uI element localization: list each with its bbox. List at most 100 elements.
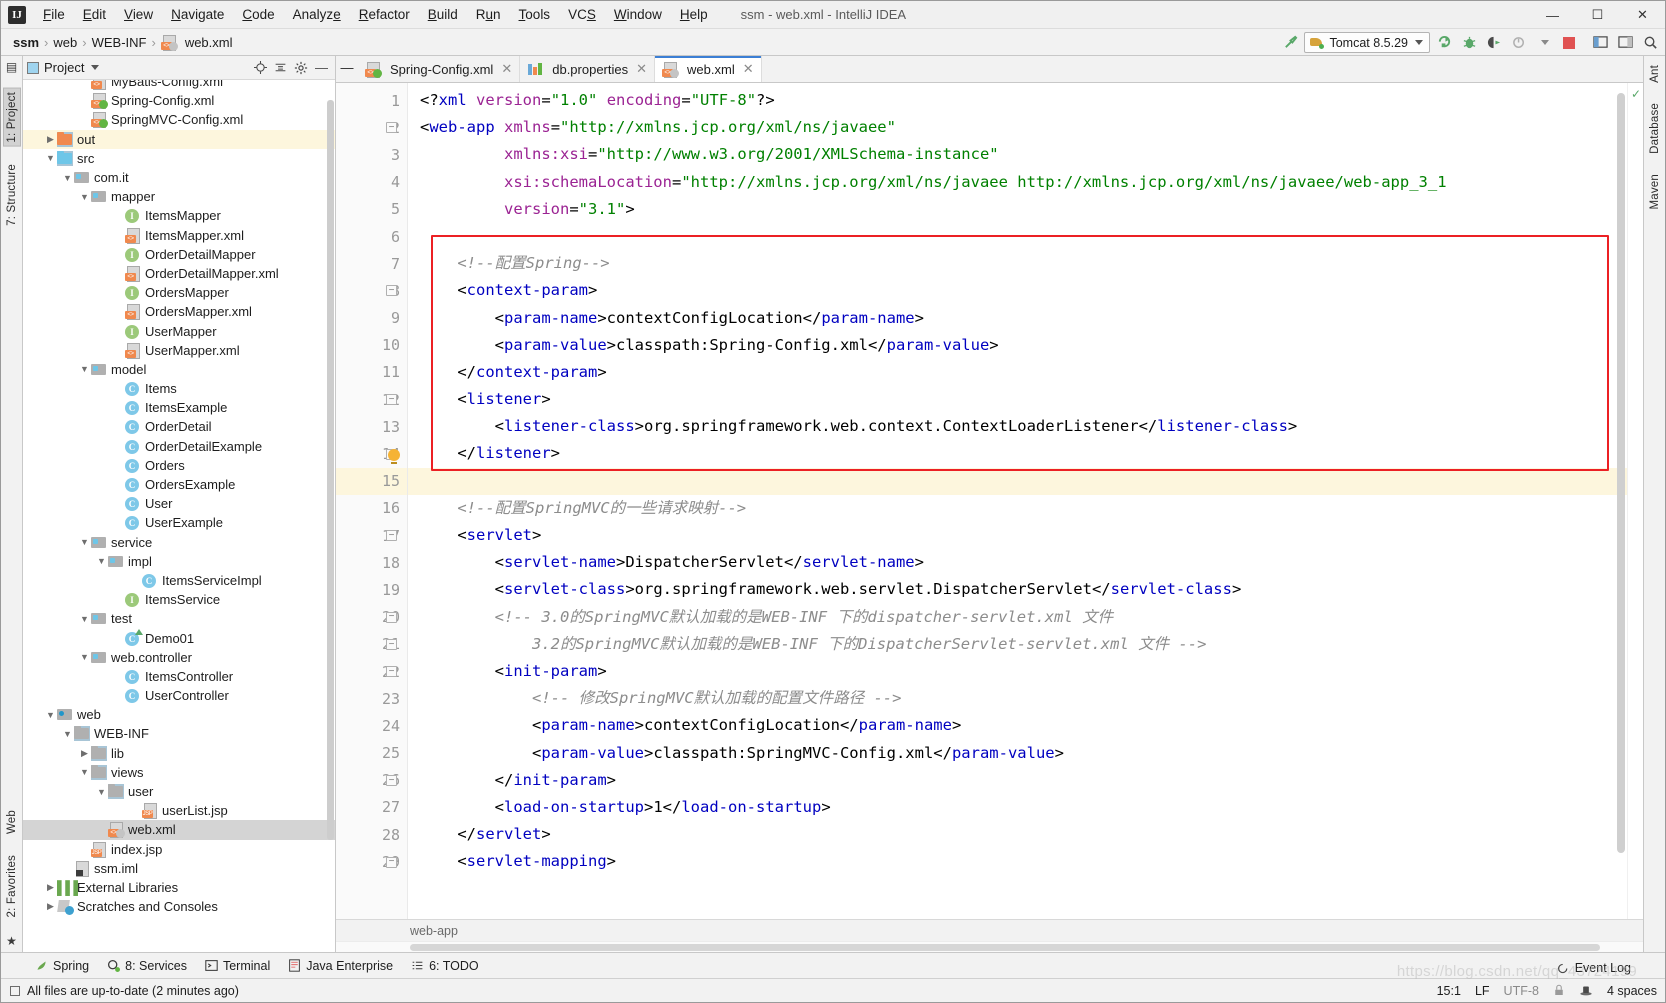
code-line[interactable]: <param-name>contextConfigLocation</param…: [408, 712, 1627, 739]
collapse-arrow-icon[interactable]: [61, 729, 74, 739]
menu-view[interactable]: View: [115, 4, 162, 25]
fold-toggle-icon[interactable]: −: [386, 666, 397, 678]
tool-button-todo[interactable]: 6: TODO: [403, 957, 487, 975]
tree-node-ordersmapper[interactable]: I OrdersMapper: [23, 283, 335, 302]
breadcrumb-ssm[interactable]: ssm: [9, 34, 43, 51]
code-line[interactable]: <servlet-mapping>: [408, 848, 1627, 875]
collapse-arrow-icon[interactable]: [44, 710, 57, 720]
layout-icon[interactable]: [1589, 32, 1611, 54]
fold-toggle-icon[interactable]: −: [386, 775, 397, 786]
code-line[interactable]: <load-on-startup>1</load-on-startup>: [408, 794, 1627, 821]
caret-position[interactable]: 15:1: [1437, 984, 1461, 998]
tool-tab-ant[interactable]: Ant: [1647, 62, 1663, 86]
code-line[interactable]: </listener>: [408, 440, 1627, 467]
collapse-arrow-icon[interactable]: [95, 556, 108, 566]
tree-node-demo01[interactable]: C Demo01: [23, 628, 335, 647]
menu-vcs[interactable]: VCS: [559, 4, 605, 25]
menu-run[interactable]: Run: [467, 4, 510, 25]
code-content[interactable]: <?xml version="1.0" encoding="UTF-8"?> <w…: [408, 83, 1627, 919]
tree-node-service[interactable]: service: [23, 533, 335, 552]
tree-node-orderdetailexample[interactable]: C OrderDetailExample: [23, 437, 335, 456]
code-line[interactable]: <listener>: [408, 386, 1627, 413]
tree-node-items[interactable]: C Items: [23, 379, 335, 398]
code-line[interactable]: xmlns:xsi="http://www.w3.org/2001/XMLSch…: [408, 141, 1627, 168]
tool-tab-structure[interactable]: 7: Structure: [4, 161, 20, 229]
menu-tools[interactable]: Tools: [510, 4, 560, 25]
tab-db-properties[interactable]: db.properties ✕: [520, 56, 656, 82]
tree-node-orders[interactable]: C Orders: [23, 456, 335, 475]
fold-toggle-icon[interactable]: −: [386, 856, 397, 868]
tool-tab-project[interactable]: 1: Project: [2, 88, 21, 147]
tree-node-src[interactable]: src: [23, 149, 335, 168]
tree-node-web-inf[interactable]: WEB-INF: [23, 724, 335, 743]
tree-node-itemsserviceimpl[interactable]: C ItemsServiceImpl: [23, 571, 335, 590]
collapse-arrow-icon[interactable]: [78, 652, 91, 662]
tree-node-mybatis-config-xml[interactable]: <> MyBatis-Config.xml: [23, 80, 335, 91]
tree-node-ordersmapper-xml[interactable]: <> OrdersMapper.xml: [23, 302, 335, 321]
code-line[interactable]: <?xml version="1.0" encoding="UTF-8"?>: [408, 87, 1627, 114]
close-icon[interactable]: ✕: [636, 61, 647, 77]
project-tree-scrollbar[interactable]: [326, 80, 335, 952]
tree-node-impl[interactable]: impl: [23, 552, 335, 571]
collapse-arrow-icon[interactable]: [78, 614, 91, 624]
close-icon[interactable]: ✕: [501, 61, 512, 77]
tree-node-itemsexample[interactable]: C ItemsExample: [23, 398, 335, 417]
tree-node-user[interactable]: user: [23, 782, 335, 801]
star-icon[interactable]: ★: [6, 934, 17, 948]
breadcrumb-web[interactable]: web: [49, 34, 81, 51]
file-encoding[interactable]: UTF-8: [1504, 984, 1539, 998]
intention-bulb-icon[interactable]: [388, 448, 400, 464]
line-separator[interactable]: LF: [1475, 984, 1490, 998]
tree-node-user[interactable]: C User: [23, 494, 335, 513]
tab-spring-config-xml[interactable]: <> Spring-Config.xml ✕: [358, 56, 521, 82]
collapse-arrow-icon[interactable]: [44, 153, 57, 163]
tree-node-springmvc-config-xml[interactable]: <> SpringMVC-Config.xml: [23, 110, 335, 129]
collapse-arrow-icon[interactable]: [61, 173, 74, 183]
code-line[interactable]: <context-param>: [408, 277, 1627, 304]
gear-icon[interactable]: [294, 61, 308, 75]
tree-node-scratches-and-consoles[interactable]: Scratches and Consoles: [23, 897, 335, 916]
menu-refactor[interactable]: Refactor: [350, 4, 419, 25]
fold-toggle-icon[interactable]: −: [386, 611, 397, 623]
code-line[interactable]: <!-- 修改SpringMVC默认加载的配置文件路径 -->: [408, 685, 1627, 712]
code-line[interactable]: version="3.1">: [408, 196, 1627, 223]
project-window-icon[interactable]: ▤: [6, 60, 17, 74]
project-tree[interactable]: <> MyBatis-Config.xml <> Spring-Config.xml <…: [23, 80, 335, 952]
tree-node-orderdetailmapper[interactable]: I OrderDetailMapper: [23, 245, 335, 264]
code-line[interactable]: xsi:schemaLocation="http://xmlns.jcp.org…: [408, 169, 1627, 196]
code-line[interactable]: <servlet-name>DispatcherServlet</servlet…: [408, 549, 1627, 576]
fold-toggle-icon[interactable]: −: [386, 122, 397, 134]
stop-icon[interactable]: [1558, 32, 1580, 54]
tab-web-xml[interactable]: <> web.xml ✕: [655, 56, 762, 82]
maximize-button[interactable]: ☐: [1575, 1, 1620, 29]
code-line[interactable]: <param-value>classpath:Spring-Config.xml…: [408, 332, 1627, 359]
collapse-arrow-icon[interactable]: [78, 767, 91, 777]
code-line[interactable]: <servlet>: [408, 522, 1627, 549]
collapse-arrow-icon[interactable]: [78, 364, 91, 374]
tool-button-terminal[interactable]: Terminal: [197, 957, 278, 975]
menu-build[interactable]: Build: [419, 4, 467, 25]
tool-tab-web[interactable]: Web: [4, 807, 20, 837]
code-line[interactable]: </servlet>: [408, 821, 1627, 848]
scrollbar-thumb[interactable]: [327, 100, 334, 840]
scrollbar-thumb[interactable]: [410, 944, 1600, 951]
tool-tab-maven[interactable]: Maven: [1647, 171, 1663, 213]
code-line[interactable]: <listener-class>org.springframework.web.…: [408, 413, 1627, 440]
tree-node-web-controller[interactable]: web.controller: [23, 648, 335, 667]
menu-window[interactable]: Window: [605, 4, 671, 25]
menu-edit[interactable]: Edit: [74, 4, 115, 25]
menu-help[interactable]: Help: [671, 4, 717, 25]
event-log-button[interactable]: Event Log: [1557, 961, 1631, 975]
editor-horizontal-scrollbar[interactable]: [336, 941, 1643, 952]
profile-icon[interactable]: [1508, 32, 1530, 54]
tree-node-itemscontroller[interactable]: C ItemsController: [23, 667, 335, 686]
settings-icon[interactable]: [1614, 32, 1636, 54]
run-configuration-selector[interactable]: Tomcat 8.5.29: [1304, 32, 1430, 53]
editor-inspection-markers[interactable]: ✓: [1627, 83, 1643, 919]
tree-node-web[interactable]: web: [23, 705, 335, 724]
editor-vertical-scrollbar[interactable]: [1616, 83, 1626, 919]
editor-gutter[interactable]: 12−345678−9101112−1314−151617−181920−21−…: [336, 83, 408, 919]
code-line[interactable]: <init-param>: [408, 658, 1627, 685]
tree-node-mapper[interactable]: mapper: [23, 187, 335, 206]
code-line[interactable]: <!-- 3.0的SpringMVC默认加载的是WEB-INF 下的dispat…: [408, 604, 1627, 631]
